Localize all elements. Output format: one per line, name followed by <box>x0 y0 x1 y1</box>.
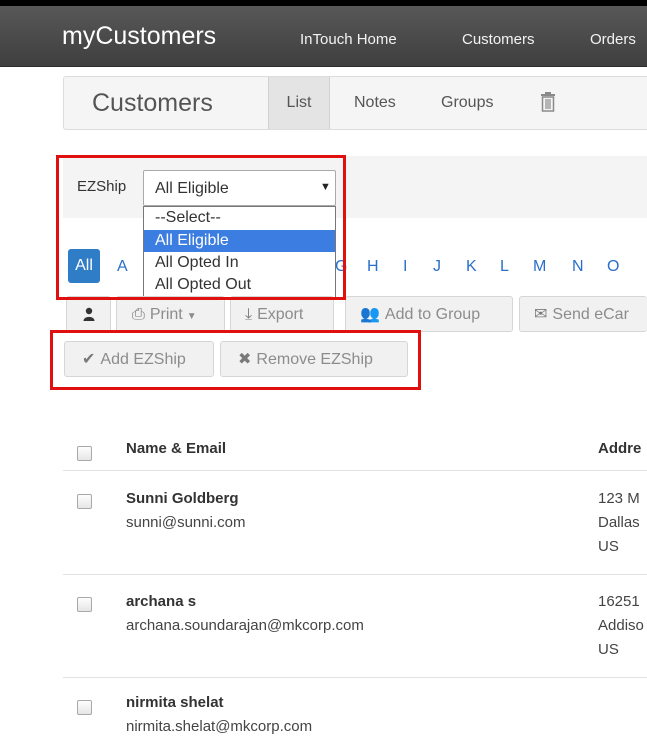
tab-list[interactable]: List <box>268 77 330 129</box>
tab-notes[interactable]: Notes <box>354 77 396 129</box>
trash-icon[interactable] <box>540 92 556 112</box>
send-ecard-button[interactable]: ✉ Send eCar <box>519 296 647 332</box>
tab-groups[interactable]: Groups <box>441 77 493 129</box>
alpha-letter-i[interactable]: I <box>403 258 407 276</box>
alpha-letter-j[interactable]: J <box>433 258 441 276</box>
users-icon: 👥 <box>360 306 380 323</box>
customer-name[interactable]: nirmita shelat <box>126 694 224 711</box>
customer-name[interactable]: archana s <box>126 593 196 610</box>
user-icon <box>83 307 94 321</box>
customer-email: sunni@sunni.com <box>126 514 246 531</box>
caret-down-icon: ▼ <box>186 311 197 322</box>
address-line-3: US <box>598 641 619 658</box>
print-button[interactable]: ⎙ Print ▼ <box>116 296 225 332</box>
customer-email: nirmita.shelat@mkcorp.com <box>126 718 313 735</box>
address-line-2: Addiso <box>598 617 644 634</box>
tab-groups-label: Groups <box>441 94 494 111</box>
highlight-box-ezship-filter <box>56 155 346 300</box>
top-navbar: myCustomers InTouch Home Customers Order… <box>0 0 647 67</box>
tab-list-label: List <box>286 94 312 111</box>
alpha-letter-h[interactable]: H <box>367 258 379 276</box>
column-header-name-email[interactable]: Name & Email <box>126 440 226 457</box>
send-ecard-label: Send eCar <box>552 306 629 323</box>
alpha-letter-k[interactable]: K <box>466 258 477 276</box>
add-to-group-button[interactable]: 👥 Add to Group <box>345 296 513 332</box>
highlight-box-ezship-actions <box>50 330 421 390</box>
tab-notes-label: Notes <box>354 94 396 111</box>
row-checkbox[interactable] <box>77 597 92 612</box>
print-label: Print <box>149 306 183 323</box>
contact-button[interactable] <box>66 296 111 332</box>
export-button[interactable]: ⤓ Export <box>230 296 334 332</box>
navbar-top-border <box>0 0 647 6</box>
nav-customers[interactable]: Customers <box>462 31 535 48</box>
alpha-letter-o[interactable]: O <box>607 258 619 276</box>
brand-logo[interactable]: myCustomers <box>62 22 216 51</box>
alpha-letter-n[interactable]: N <box>572 258 584 276</box>
address-line-3: US <box>598 538 619 555</box>
address-line-1: 16251 <box>598 593 640 610</box>
address-line-2: Dallas <box>598 514 640 531</box>
customer-name[interactable]: Sunni Goldberg <box>126 490 239 507</box>
printer-icon: ⎙ <box>132 306 145 323</box>
table-divider <box>63 574 647 575</box>
table-divider <box>63 677 647 678</box>
address-line-1: 123 M <box>598 490 640 507</box>
export-label: Export <box>257 306 304 323</box>
envelope-icon: ✉ <box>534 306 548 323</box>
row-checkbox[interactable] <box>77 494 92 509</box>
select-all-checkbox[interactable] <box>77 446 92 461</box>
nav-intouch-home[interactable]: InTouch Home <box>300 31 397 48</box>
alpha-letter-l[interactable]: L <box>500 258 509 276</box>
download-icon: ⤓ <box>245 306 253 323</box>
row-checkbox[interactable] <box>77 700 92 715</box>
customer-email: archana.soundarajan@mkcorp.com <box>126 617 364 634</box>
table-divider <box>63 470 647 471</box>
alpha-letter-m[interactable]: M <box>533 258 546 276</box>
column-header-address[interactable]: Addre <box>598 440 641 457</box>
nav-orders[interactable]: Orders <box>590 31 636 48</box>
customers-subnav: Customers List Notes Groups <box>63 76 647 130</box>
page-title: Customers <box>92 89 213 117</box>
add-to-group-label: Add to Group <box>384 306 481 323</box>
